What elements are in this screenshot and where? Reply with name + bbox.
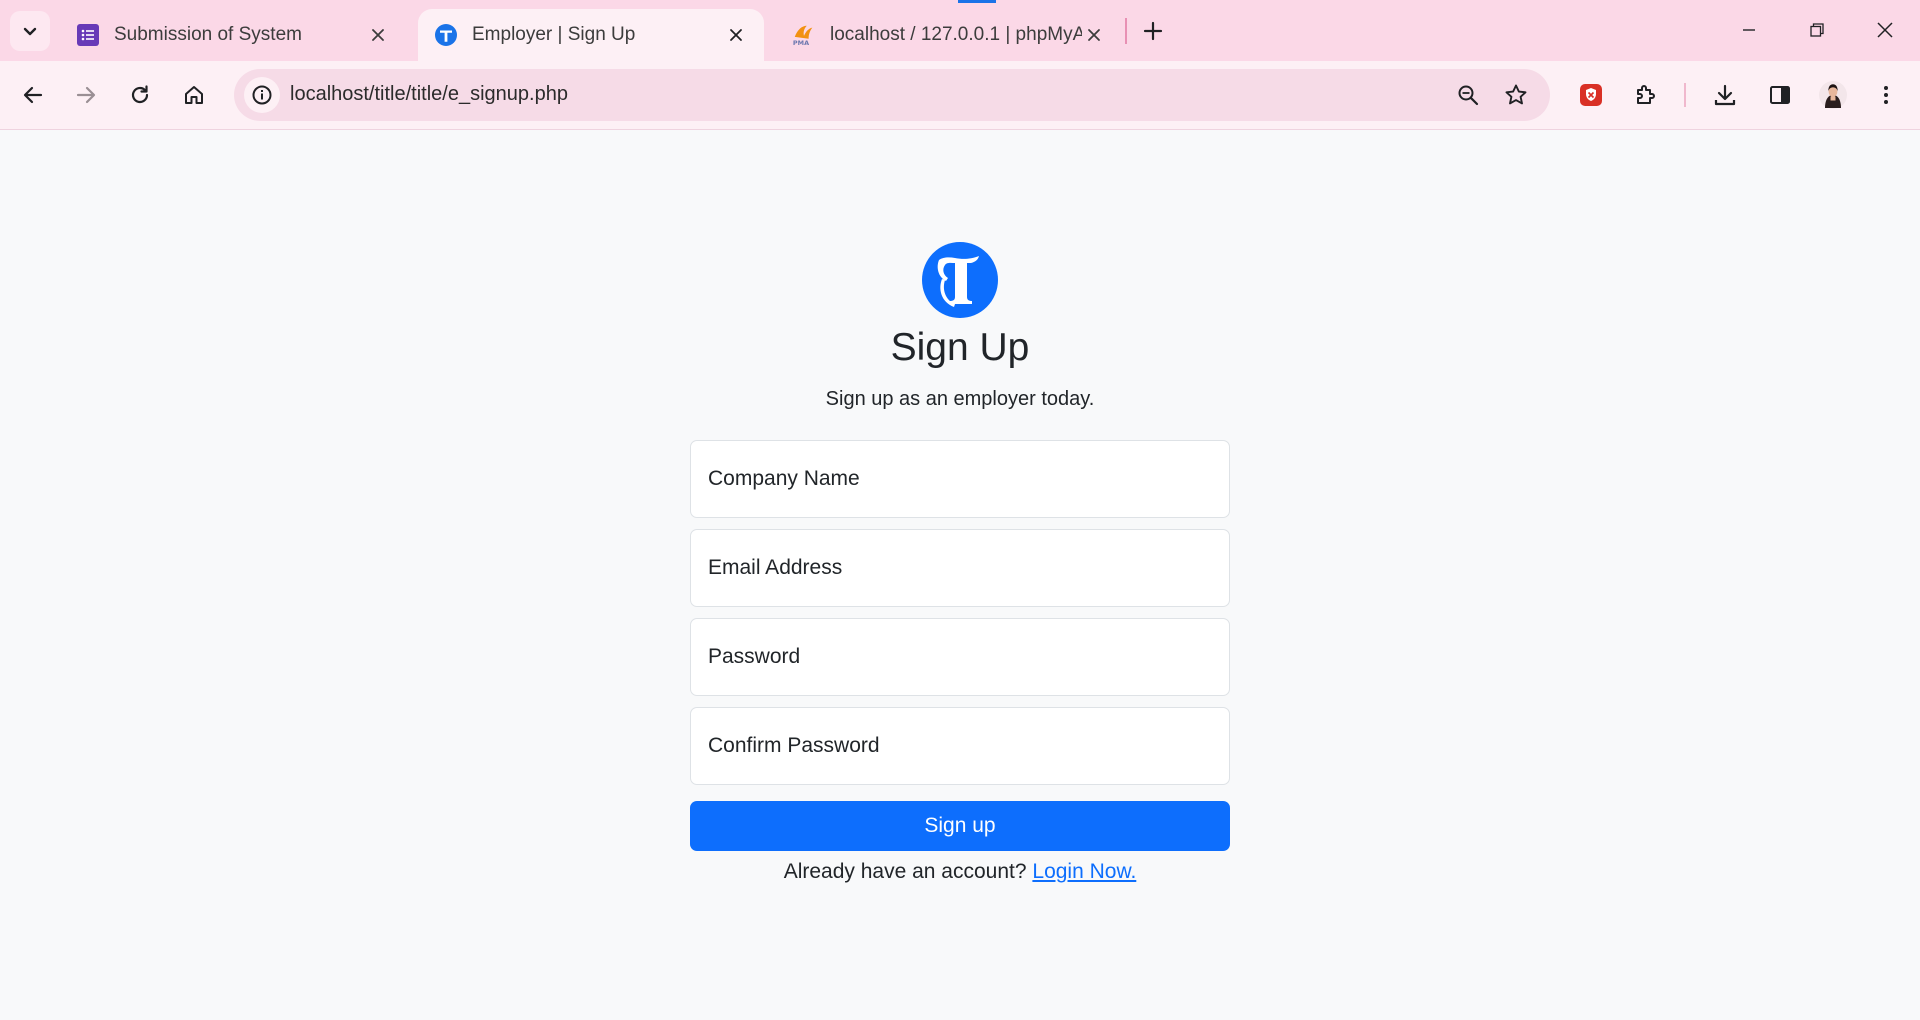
confirm-password-field[interactable]: Confirm Password: [690, 707, 1230, 785]
site-logo: [922, 242, 998, 318]
login-now-link[interactable]: Login Now.: [1032, 860, 1136, 883]
tab-title: localhost / 127.0.0.1 | phpMyAd: [830, 24, 1082, 45]
extensions-button[interactable]: [1626, 75, 1666, 115]
close-icon[interactable]: [1082, 23, 1106, 47]
tab-title: Employer | Sign Up: [472, 24, 636, 45]
tab-search-button[interactable]: [10, 11, 50, 51]
reload-icon: [131, 85, 149, 104]
site-info-button[interactable]: [244, 77, 280, 113]
puzzle-icon: [1637, 85, 1655, 104]
zoom-button[interactable]: [1452, 79, 1484, 111]
back-button[interactable]: [13, 75, 53, 115]
minimize-icon: [1743, 29, 1755, 31]
page-content: Sign Up Sign up as an employer today. Co…: [0, 130, 1920, 1020]
url-text[interactable]: localhost/title/title/e_signup.php: [290, 83, 568, 106]
home-button[interactable]: [174, 75, 214, 115]
chevron-down-icon: [23, 27, 37, 36]
close-icon[interactable]: [724, 23, 748, 47]
address-bar[interactable]: localhost/title/title/e_signup.php: [234, 69, 1550, 121]
password-field[interactable]: Password: [690, 618, 1230, 696]
tab-phpmyadmin[interactable]: PMA localhost / 127.0.0.1 | phpMyAd: [776, 9, 1122, 61]
tab-title: Submission of System: [114, 24, 302, 45]
new-tab-button[interactable]: [1136, 14, 1170, 48]
bookmark-button[interactable]: [1500, 79, 1532, 111]
extension-shield-button[interactable]: [1571, 75, 1611, 115]
forms-icon: [76, 23, 100, 47]
arrow-right-icon: [76, 86, 96, 104]
tab-submission-of-system[interactable]: Submission of System: [60, 9, 406, 61]
info-icon: [252, 85, 272, 105]
tab-employer-sign-up[interactable]: Employer | Sign Up: [418, 9, 764, 61]
close-window-button[interactable]: [1858, 10, 1912, 50]
zoom-out-icon: [1458, 85, 1479, 106]
login-prompt-line: Already have an account? Login Now.: [690, 860, 1230, 884]
close-icon[interactable]: [366, 23, 390, 47]
toolbar-divider: [1684, 83, 1686, 107]
side-panel-button[interactable]: [1760, 75, 1800, 115]
loading-indicator: [958, 0, 996, 3]
kebab-menu-icon: [1884, 86, 1888, 104]
restore-icon: [1810, 23, 1824, 37]
side-panel-icon: [1770, 86, 1790, 104]
restore-button[interactable]: [1790, 10, 1844, 50]
downloads-button[interactable]: [1705, 75, 1745, 115]
download-icon: [1714, 84, 1736, 106]
page-title: Sign Up: [890, 326, 1030, 369]
reload-button[interactable]: [120, 75, 160, 115]
svg-text:PMA: PMA: [793, 39, 809, 47]
sign-up-button[interactable]: Sign up: [690, 801, 1230, 851]
page-subtitle: Sign up as an employer today.: [825, 388, 1095, 410]
title-logo-icon: [434, 23, 458, 47]
avatar: [1819, 81, 1847, 109]
forward-button[interactable]: [66, 75, 106, 115]
phpmyadmin-icon: PMA: [792, 23, 816, 47]
tab-strip: Submission of System Employer | Sign Up …: [0, 0, 1920, 61]
minimize-button[interactable]: [1722, 10, 1776, 50]
arrow-left-icon: [23, 86, 43, 104]
close-icon: [1877, 22, 1893, 38]
home-icon: [185, 86, 203, 104]
star-icon: [1505, 84, 1527, 105]
profile-button[interactable]: [1813, 75, 1853, 115]
tab-divider: [1125, 18, 1127, 44]
email-field[interactable]: Email Address: [690, 529, 1230, 607]
plus-icon: [1143, 21, 1163, 41]
browser-toolbar: localhost/title/title/e_signup.php: [0, 61, 1920, 130]
menu-button[interactable]: [1866, 75, 1906, 115]
login-prompt-text: Already have an account?: [783, 860, 1027, 883]
shield-extension-icon: [1580, 84, 1602, 106]
company-name-field[interactable]: Company Name: [690, 440, 1230, 518]
